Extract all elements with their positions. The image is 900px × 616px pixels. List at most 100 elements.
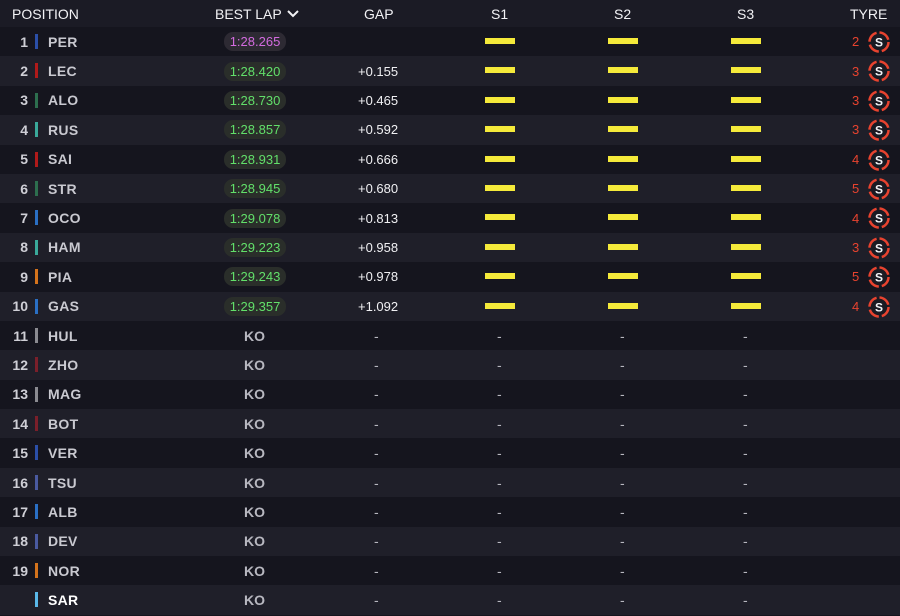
header-position[interactable]: POSITION <box>12 0 79 27</box>
sector-1-indicator <box>485 96 515 103</box>
soft-tyre-icon: S <box>868 148 890 171</box>
sector-3-value: - <box>743 474 748 491</box>
position-number: 2 <box>20 63 28 80</box>
sector-2-value: - <box>620 533 625 550</box>
header-gap[interactable]: GAP <box>364 0 394 27</box>
driver-code[interactable]: PER <box>48 27 78 56</box>
table-row[interactable]: 13 MAG KO - - - - <box>0 379 900 410</box>
driver-code[interactable]: ALO <box>48 86 78 115</box>
driver-code[interactable]: NOR <box>48 556 80 585</box>
tyre-compound-icon: S <box>868 295 890 318</box>
driver-code[interactable]: TSU <box>48 468 77 497</box>
header-best-lap-sort[interactable]: BEST LAP <box>215 0 300 27</box>
team-color-bar <box>35 416 38 432</box>
table-row[interactable]: 6 STR 1:28.945 +0.680 5 S <box>0 173 900 204</box>
sector-1-value: - <box>497 445 502 462</box>
knocked-out-label: KO <box>244 562 265 579</box>
team-color-bar <box>35 504 38 520</box>
sector-1-value: - <box>497 356 502 373</box>
best-lap-time: 1:29.078 <box>223 208 287 228</box>
header-s1[interactable]: S1 <box>491 0 508 27</box>
header-s3[interactable]: S3 <box>737 0 754 27</box>
table-row[interactable]: 8 HAM 1:29.223 +0.958 3 S <box>0 232 900 263</box>
gap-value: - <box>374 327 379 344</box>
table-row[interactable]: 1 PER 1:28.265 2 S <box>0 27 900 57</box>
table-row[interactable]: 2 LEC 1:28.420 +0.155 3 S <box>0 56 900 86</box>
best-lap-time: 1:28.945 <box>223 179 287 199</box>
table-row[interactable]: 5 SAI 1:28.931 +0.666 4 S <box>0 144 900 174</box>
driver-code[interactable]: SAI <box>48 145 72 174</box>
gap-value: - <box>374 474 379 491</box>
timing-header: POSITION BEST LAP GAP S1 S2 S3 TYRE <box>0 0 900 27</box>
soft-tyre-icon: S <box>868 119 890 141</box>
sector-2-indicator <box>608 67 638 74</box>
table-row[interactable]: 4 RUS 1:28.857 +0.592 3 S <box>0 115 900 145</box>
driver-code[interactable]: SAR <box>48 585 78 614</box>
driver-code[interactable]: PIA <box>48 262 72 291</box>
sector-1-value: - <box>497 474 502 491</box>
driver-code[interactable]: HAM <box>48 233 81 262</box>
best-lap-cell: 1:28.420 <box>223 56 287 85</box>
knocked-out-label: KO <box>244 415 265 432</box>
driver-code[interactable]: ZHO <box>48 350 78 379</box>
table-row[interactable]: 15 VER KO - - - - <box>0 438 900 468</box>
table-row[interactable]: 7 OCO 1:29.078 +0.813 4 S <box>0 203 900 233</box>
tyre-compound-icon: S <box>868 119 890 141</box>
driver-code[interactable]: DEV <box>48 527 78 556</box>
soft-tyre-icon: S <box>868 236 890 259</box>
best-lap-cell: 1:29.243 <box>223 262 287 291</box>
table-row[interactable]: 14 BOT KO - - - - <box>0 409 900 439</box>
team-color-bar <box>35 34 38 49</box>
chevron-down-icon <box>286 9 299 17</box>
team-color-bar <box>35 563 38 579</box>
driver-code[interactable]: LEC <box>48 56 77 85</box>
driver-code[interactable]: GAS <box>48 292 79 321</box>
header-tyre[interactable]: TYRE <box>850 0 887 27</box>
sector-1-indicator <box>485 126 515 133</box>
position-number: 9 <box>20 268 28 285</box>
driver-code[interactable]: BOT <box>48 409 78 438</box>
table-row[interactable]: SAR KO - - - - <box>0 585 900 615</box>
tyre-compound-icon: S <box>868 207 890 230</box>
team-color-bar <box>35 327 38 343</box>
position-number: 13 <box>12 386 28 403</box>
sector-2-value: - <box>620 356 625 373</box>
tyre-laps: 5 <box>852 181 860 197</box>
driver-code[interactable]: MAG <box>48 380 82 409</box>
table-row[interactable]: 12 ZHO KO - - - - <box>0 350 900 380</box>
sector-3-indicator <box>731 243 761 250</box>
driver-code[interactable]: STR <box>48 174 77 203</box>
table-row[interactable]: 18 DEV KO - - - - <box>0 526 900 557</box>
team-color-bar <box>35 474 38 490</box>
position-number: 1 <box>20 33 28 50</box>
header-s2[interactable]: S2 <box>614 0 631 27</box>
position-number: 5 <box>20 151 28 168</box>
table-row[interactable]: 19 NOR KO - - - - <box>0 556 900 586</box>
best-lap-time: 1:29.243 <box>223 267 287 287</box>
table-row[interactable]: 3 ALO 1:28.730 +0.465 3 S <box>0 85 900 116</box>
best-lap-time: 1:28.420 <box>223 61 287 81</box>
sector-3-value: - <box>743 415 748 432</box>
driver-code[interactable]: HUL <box>48 321 78 350</box>
sector-2-value: - <box>620 503 625 520</box>
table-row[interactable]: 17 ALB KO - - - - <box>0 497 900 527</box>
table-row[interactable]: 16 TSU KO - - - - <box>0 467 900 498</box>
driver-code[interactable]: ALB <box>48 497 78 526</box>
driver-code[interactable]: RUS <box>48 115 78 144</box>
best-lap-time: 1:29.357 <box>223 296 287 316</box>
knocked-out-label: KO <box>244 592 265 609</box>
driver-code[interactable]: OCO <box>48 203 81 232</box>
best-lap-cell: 1:28.945 <box>223 174 287 203</box>
tyre-compound-letter: S <box>875 153 883 167</box>
best-lap-cell: 1:29.357 <box>223 292 287 321</box>
table-row[interactable]: 11 HUL KO - - - - <box>0 320 900 351</box>
position-number: 19 <box>12 562 28 579</box>
tyre-compound-icon: S <box>868 60 890 83</box>
sector-2-indicator <box>608 302 638 309</box>
table-row[interactable]: 10 GAS 1:29.357 +1.092 4 S <box>0 291 900 321</box>
table-row[interactable]: 9 PIA 1:29.243 +0.978 5 S <box>0 262 900 292</box>
sector-2-indicator <box>608 126 638 133</box>
driver-code[interactable]: VER <box>48 438 78 467</box>
position-number: 16 <box>12 474 28 491</box>
gap-value: +0.813 <box>358 210 399 226</box>
